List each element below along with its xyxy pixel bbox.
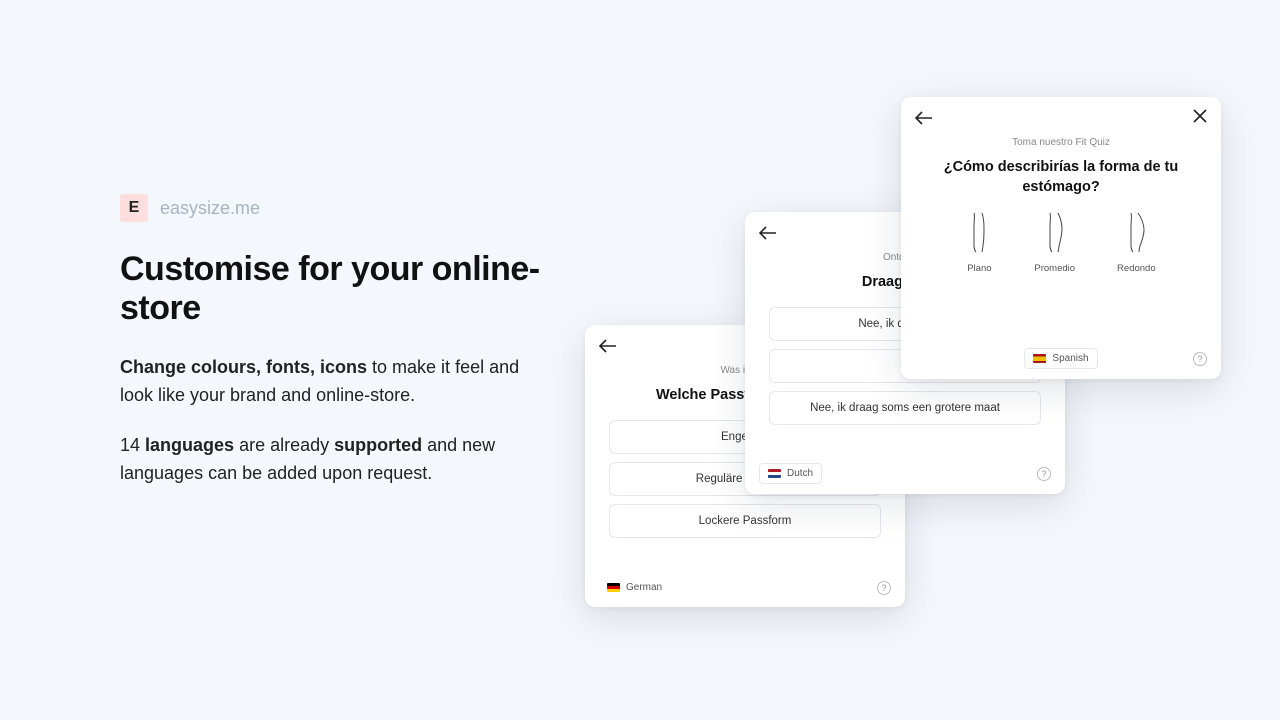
flag-es-icon (1033, 354, 1046, 363)
help-icon[interactable]: ? (1193, 352, 1207, 366)
paragraph-1-bold: Change colours, fonts, icons (120, 357, 367, 377)
shape-option-average[interactable]: Promedio (1034, 211, 1075, 274)
shape-label: Plano (967, 263, 991, 274)
body-flat-icon (966, 211, 992, 253)
language-badge[interactable]: Dutch (759, 463, 822, 484)
language-label: Spanish (1052, 353, 1088, 364)
back-arrow-icon[interactable] (759, 226, 777, 240)
language-badge[interactable]: German (599, 578, 670, 597)
brand: E easysize.me (120, 194, 540, 222)
body-round-icon (1123, 211, 1149, 253)
headline: Customise for your online-store (120, 250, 540, 328)
paragraph-2: 14 languages are already supported and n… (120, 432, 520, 488)
fit-option[interactable]: Nee, ik draag soms een grotere maat (769, 391, 1041, 425)
body-average-icon (1042, 211, 1068, 253)
language-badge[interactable]: Spanish (1024, 348, 1097, 369)
brand-name: easysize.me (160, 198, 260, 219)
shape-label: Promedio (1034, 263, 1075, 274)
shape-option-round[interactable]: Redondo (1117, 211, 1156, 274)
card-subtitle: Toma nuestro Fit Quiz (901, 137, 1221, 148)
help-icon[interactable]: ? (877, 581, 891, 595)
language-label: German (626, 582, 662, 593)
brand-logo: E (120, 194, 148, 222)
back-arrow-icon[interactable] (915, 111, 933, 125)
language-label: Dutch (787, 468, 813, 479)
shape-label: Redondo (1117, 263, 1156, 274)
close-icon[interactable] (1193, 109, 1207, 123)
shape-option-flat[interactable]: Plano (966, 211, 992, 274)
flag-nl-icon (768, 469, 781, 478)
fit-option[interactable]: Lockere Passform (609, 504, 881, 538)
quiz-card-spanish: Toma nuestro Fit Quiz ¿Cómo describirías… (901, 97, 1221, 379)
paragraph-1: Change colours, fonts, icons to make it … (120, 354, 520, 410)
back-arrow-icon[interactable] (599, 339, 617, 353)
help-icon[interactable]: ? (1037, 467, 1051, 481)
card-title: ¿Cómo describirías la forma de tu estóma… (929, 158, 1193, 197)
flag-de-icon (607, 583, 620, 592)
